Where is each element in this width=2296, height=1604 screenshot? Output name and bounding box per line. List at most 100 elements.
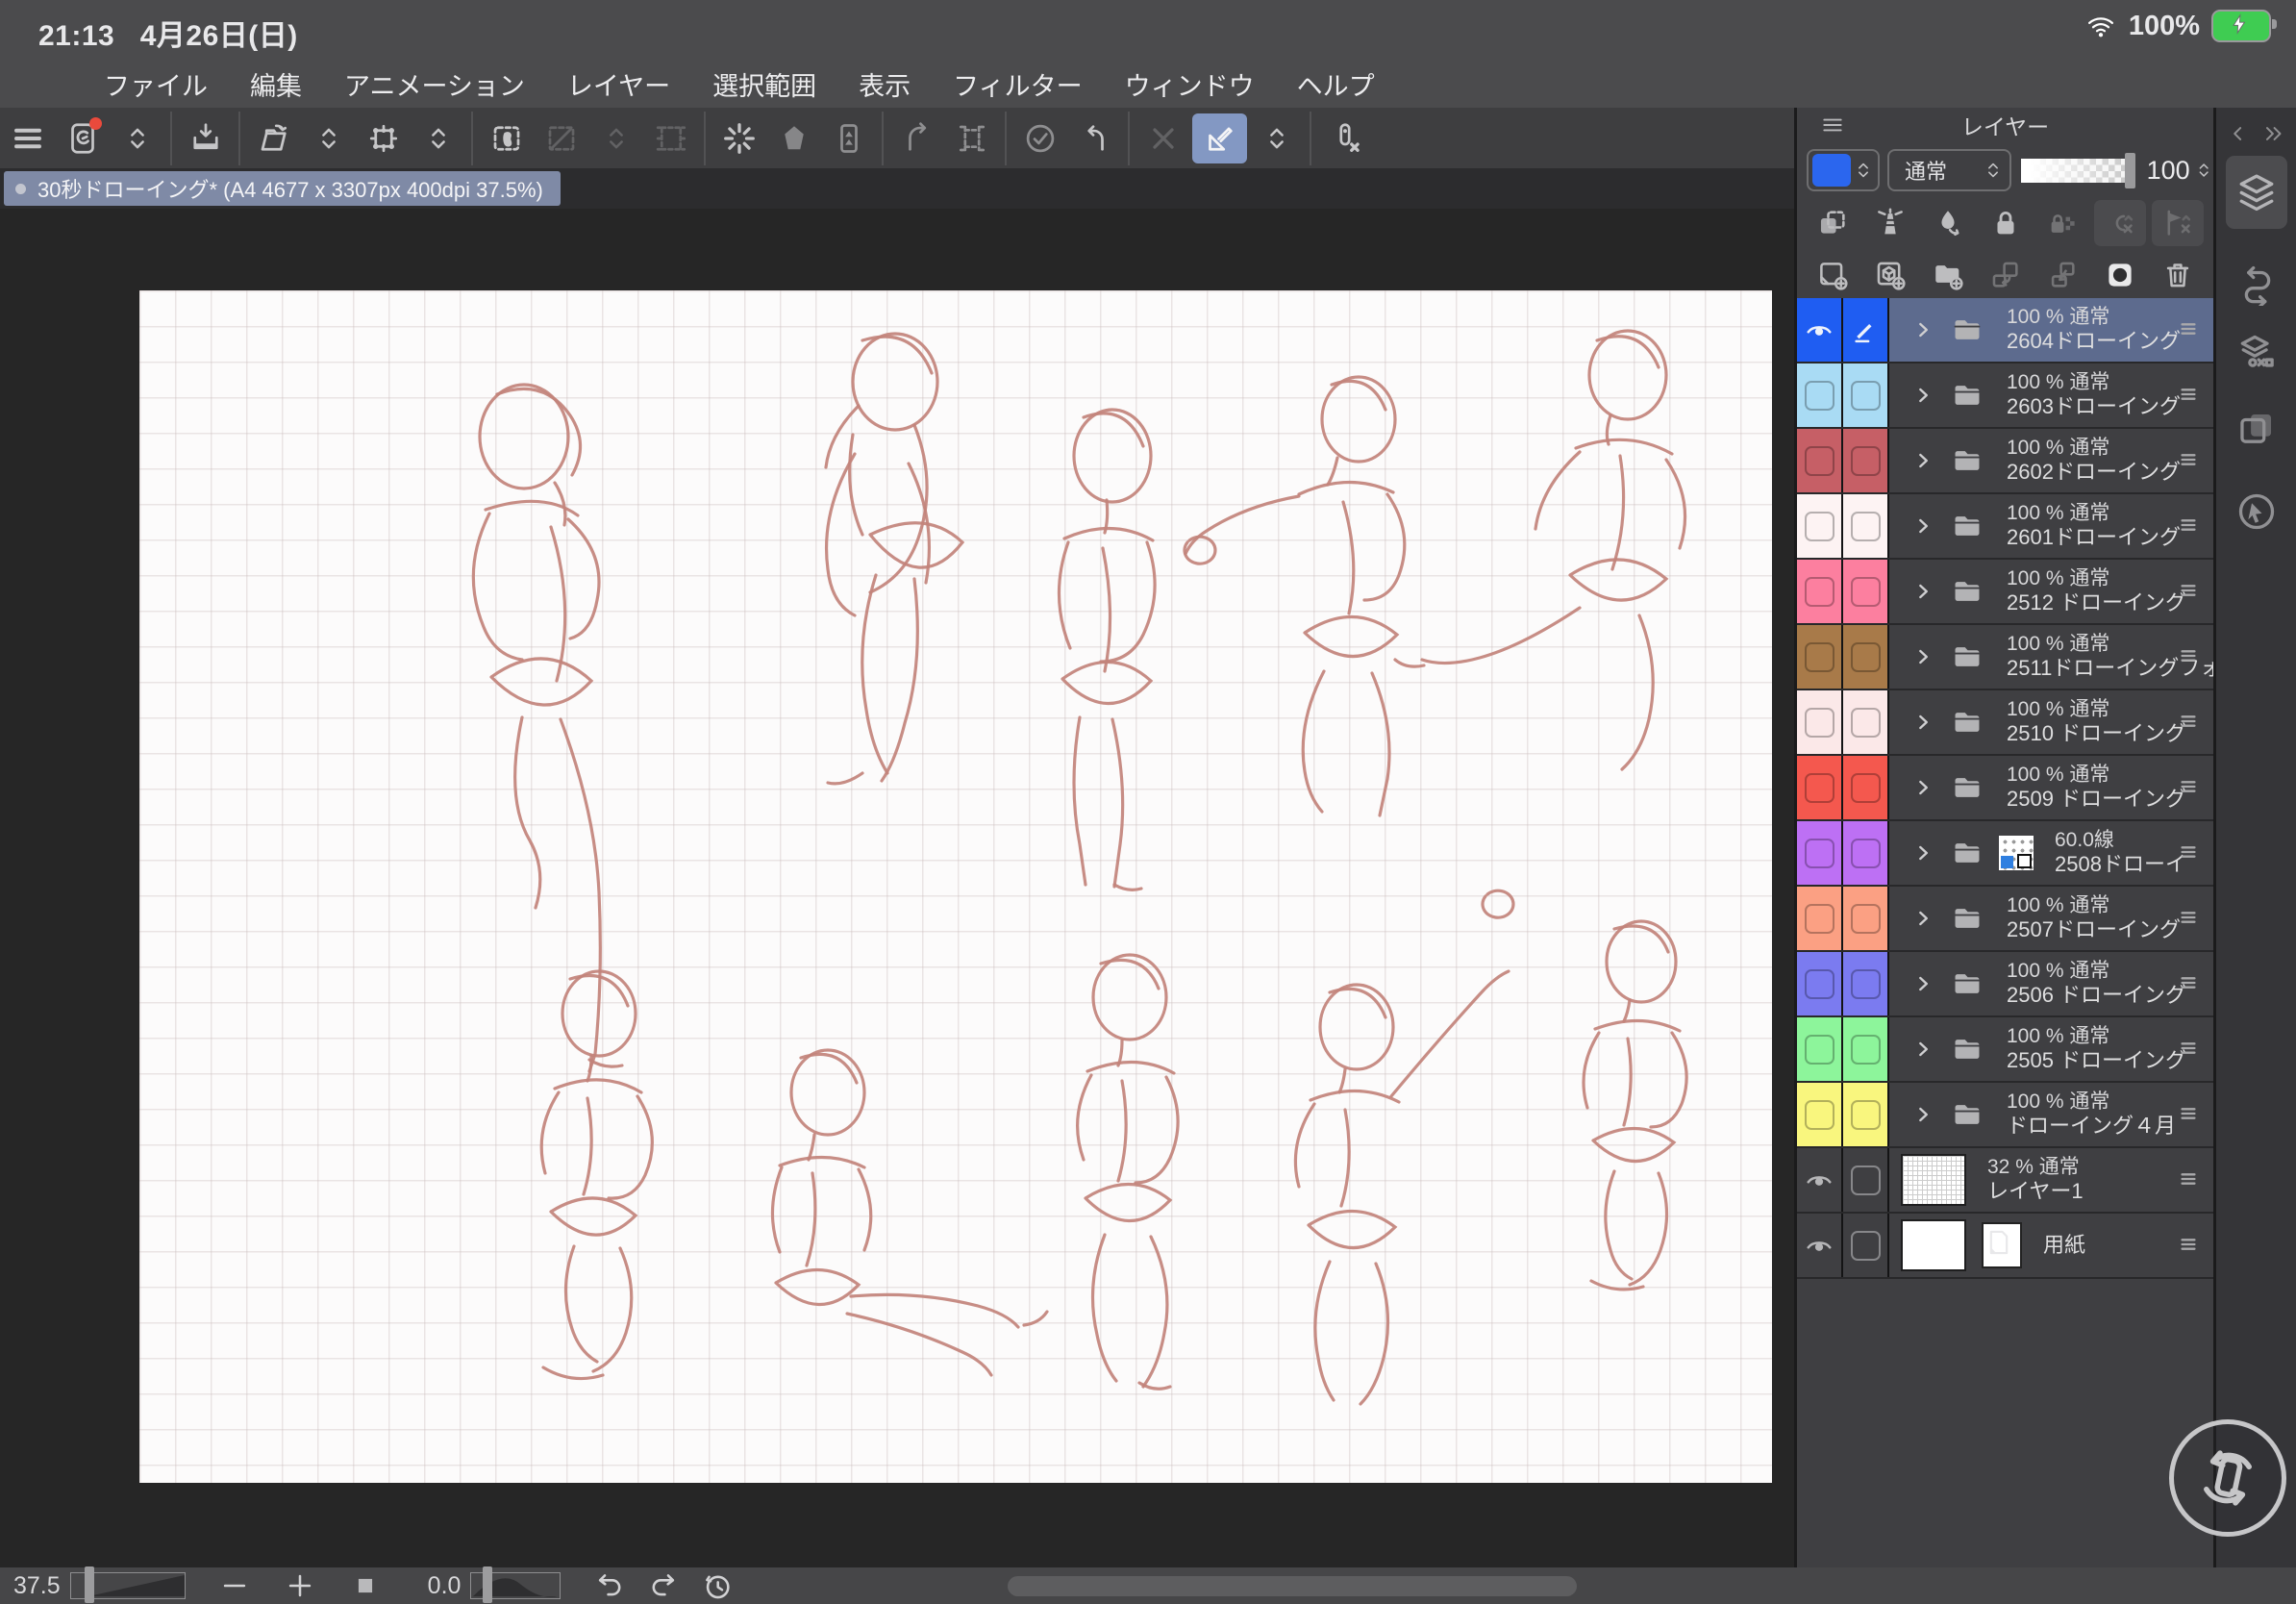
new-layer-button[interactable]: [1807, 252, 1859, 298]
layer-row[interactable]: 用紙: [1797, 1214, 2213, 1279]
toolbar-spinner-button[interactable]: [711, 112, 766, 165]
layer-palette-cell-2[interactable]: [1843, 298, 1889, 362]
ruler-off-button[interactable]: [2152, 200, 2205, 246]
expand-chevron-icon[interactable]: [1910, 448, 1935, 473]
toolbar-ruler-pen-button[interactable]: [1192, 113, 1247, 163]
layer-row-menu-icon[interactable]: [2175, 1100, 2202, 1127]
toolbar-updown-button[interactable]: [1249, 112, 1304, 165]
menu-item-view[interactable]: 表示: [859, 65, 911, 103]
layer-row-main[interactable]: 100 % 通常 2512 ドローイング: [1889, 560, 2213, 623]
layer-palette-cell-1[interactable]: [1797, 756, 1843, 819]
layer-palette-cell-1[interactable]: [1797, 821, 1843, 885]
layer-row-main[interactable]: 100 % 通常 2604ドローイング: [1889, 298, 2213, 362]
layer-palette-cell-2[interactable]: [1843, 690, 1889, 754]
layer-palette-cell-2[interactable]: [1843, 1017, 1889, 1081]
zoom-out-icon[interactable]: [218, 1569, 251, 1602]
layer-row[interactable]: 100 % 通常 2507ドローイング: [1797, 887, 2213, 952]
toolbar-app-swirl-button[interactable]: [55, 112, 110, 165]
toolbar-redo-curve-button[interactable]: [889, 112, 944, 165]
right-toolbar-layers-panel-button[interactable]: [2226, 156, 2287, 229]
new-material-layer-button[interactable]: [1864, 252, 1916, 298]
document-tab[interactable]: 30秒ドローイング* (A4 4677 x 3307px 400dpi 37.5…: [4, 171, 561, 206]
fit-icon[interactable]: [349, 1569, 382, 1602]
right-toolbar-operation-select-button[interactable]: [2226, 481, 2287, 542]
right-toolbar-layer-property-button[interactable]: [2226, 321, 2287, 383]
layer-row-main[interactable]: 100 % 通常 2505 ドローイング: [1889, 1017, 2213, 1081]
right-toolbar-navigator-button[interactable]: [2226, 398, 2287, 460]
layer-palette-cell-2[interactable]: [1843, 821, 1889, 885]
transfer-down-button[interactable]: [1980, 252, 2032, 298]
menu-item-layer[interactable]: レイヤー: [567, 65, 670, 103]
blend-mode-select[interactable]: 通常: [1887, 149, 2012, 191]
layer-row-menu-icon[interactable]: [2175, 1231, 2202, 1258]
layer-row[interactable]: 100 % 通常 2510 ドローイング: [1797, 690, 2213, 756]
expand-chevron-icon[interactable]: [1910, 1037, 1935, 1062]
layer-palette-cell-1[interactable]: [1797, 560, 1843, 623]
toolbar-undo-arrow-button[interactable]: [1067, 112, 1122, 165]
layer-row-main[interactable]: 32 % 通常 レイヤー1: [1889, 1148, 2213, 1212]
home-indicator[interactable]: [1008, 1576, 1577, 1596]
expand-chevron-icon[interactable]: [1910, 383, 1935, 408]
layer-palette-cell-1[interactable]: [1797, 1148, 1843, 1212]
menu-item-help[interactable]: ヘルプ: [1297, 65, 1375, 103]
menu-item-file[interactable]: ファイル: [104, 65, 208, 103]
toolbar-updown-button[interactable]: [301, 112, 356, 165]
layer-palette-cell-2[interactable]: [1843, 625, 1889, 689]
layer-row[interactable]: 100 % 通常 2512 ドローイング: [1797, 560, 2213, 625]
menu-item-window[interactable]: ウィンドウ: [1125, 65, 1255, 103]
expand-chevron-icon[interactable]: [1910, 644, 1935, 669]
layer-row-menu-icon[interactable]: [2175, 969, 2202, 996]
expand-chevron-icon[interactable]: [1910, 1102, 1935, 1127]
expand-chevron-icon[interactable]: [1910, 775, 1935, 800]
layer-palette-cell-1[interactable]: [1797, 887, 1843, 950]
layer-palette-cell-2[interactable]: [1843, 756, 1889, 819]
new-folder-button[interactable]: [1922, 252, 1974, 298]
delete-layer-button[interactable]: [2152, 252, 2204, 298]
layer-row[interactable]: 60.0線 2508ドローイ: [1797, 821, 2213, 887]
lock-layer-button[interactable]: [1980, 200, 2032, 246]
lock-transparent-pixels-button[interactable]: [1922, 200, 1974, 246]
layer-palette-cell-1[interactable]: [1797, 690, 1843, 754]
layer-row-menu-icon[interactable]: [2175, 773, 2202, 800]
layer-palette-cell-2[interactable]: [1843, 363, 1889, 427]
zoom-slider[interactable]: [69, 1566, 186, 1603]
expand-chevron-icon[interactable]: [1910, 906, 1935, 931]
toolbar-stylus-off-button[interactable]: [1317, 112, 1372, 165]
layer-palette-cell-2[interactable]: [1843, 560, 1889, 623]
layer-row-main[interactable]: 100 % 通常 2509 ドローイング: [1889, 756, 2213, 819]
right-toolbar-animation-flow-button[interactable]: [2226, 254, 2287, 315]
toolbar-gradient-panel-button[interactable]: [821, 112, 876, 165]
layer-row-menu-icon[interactable]: [2175, 1165, 2202, 1192]
layer-row-main[interactable]: 60.0線 2508ドローイ: [1889, 821, 2213, 885]
layer-palette-cell-1[interactable]: [1797, 1017, 1843, 1081]
layer-row[interactable]: 100 % 通常 2511ドローイングフォ: [1797, 625, 2213, 690]
expand-chevron-icon[interactable]: [1910, 840, 1935, 865]
layer-row-main[interactable]: 用紙: [1889, 1214, 2213, 1277]
canvas[interactable]: [139, 290, 1772, 1483]
layer-palette-cell-1[interactable]: [1797, 1214, 1843, 1277]
layer-row-main[interactable]: 100 % 通常 2603ドローイング: [1889, 363, 2213, 427]
expand-chevron-icon[interactable]: [1910, 317, 1935, 342]
menu-item-edit[interactable]: 編集: [250, 65, 302, 103]
layer-row-main[interactable]: 100 % 通常 2507ドローイング: [1889, 887, 2213, 950]
layer-row-menu-icon[interactable]: [2175, 577, 2202, 604]
toolbar-select-line-button[interactable]: [534, 112, 588, 165]
layer-row-menu-icon[interactable]: [2175, 839, 2202, 865]
layer-row[interactable]: 100 % 通常 2601ドローイング: [1797, 494, 2213, 560]
layer-palette-cell-1[interactable]: [1797, 952, 1843, 1015]
clipping-mask-button[interactable]: [1807, 200, 1859, 246]
layer-palette-cell-2[interactable]: [1843, 887, 1889, 950]
menu-item-animation[interactable]: アニメーション: [344, 65, 525, 103]
opacity-slider[interactable]: [2021, 152, 2135, 188]
zoom-slider-handle[interactable]: [84, 1566, 94, 1603]
layer-palette-cell-1[interactable]: [1797, 625, 1843, 689]
toolbar-export-tray-button[interactable]: [178, 112, 233, 165]
layer-row-menu-icon[interactable]: [2175, 381, 2202, 408]
expand-chevron-icon[interactable]: [1910, 971, 1935, 996]
expand-chevron-icon[interactable]: [1910, 514, 1935, 539]
layer-row[interactable]: 32 % 通常 レイヤー1: [1797, 1148, 2213, 1214]
layer-color-swatch-button[interactable]: [1807, 149, 1880, 191]
layer-row[interactable]: 100 % 通常 2509 ドローイング: [1797, 756, 2213, 821]
layer-row-menu-icon[interactable]: [2175, 1035, 2202, 1062]
layer-row[interactable]: 100 % 通常 ドローイング４月: [1797, 1083, 2213, 1148]
